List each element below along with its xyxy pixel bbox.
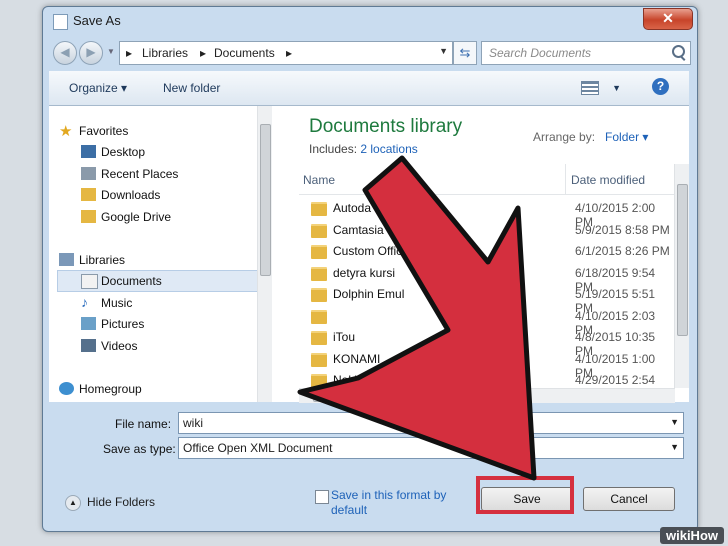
wikihow-watermark: wikiHow <box>659 527 724 544</box>
pointer-arrow-icon <box>297 155 537 481</box>
